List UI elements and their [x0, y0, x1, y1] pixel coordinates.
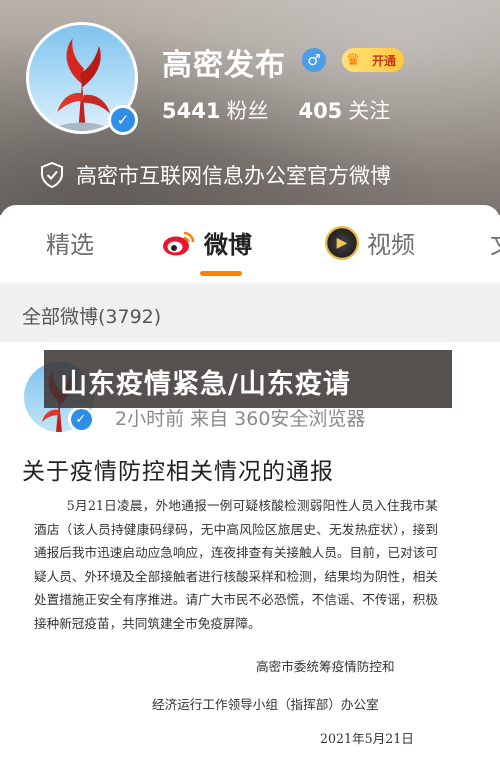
following-count: 405 [298, 99, 343, 123]
crown-icon: ♛ [346, 50, 361, 69]
followers-count: 5441 [162, 99, 221, 123]
all-posts-filter[interactable]: 全部微博(3792) [0, 288, 500, 340]
overlay-caption: 山东疫情紧急/山东疫请 [44, 350, 452, 408]
tab-more[interactable]: 文 [490, 225, 500, 260]
notice-org-line2: 经济运行工作领导小组（指挥部）办公室 [152, 697, 379, 712]
tab-label: 视频 [367, 231, 415, 259]
male-icon: ♂ [302, 48, 326, 72]
tab-featured[interactable]: 精选 [46, 225, 94, 260]
notice-date: 2021年5月21日 [320, 731, 414, 746]
profile-stats: 5441 粉丝 405 关注 [162, 95, 390, 125]
active-tab-indicator [200, 271, 242, 276]
following-stat[interactable]: 405 关注 [298, 95, 390, 125]
verified-badge-icon: ✓ [108, 105, 138, 135]
notice-org-line1: 高密市委统筹疫情防控和 [256, 659, 395, 674]
verified-badge-icon: ✓ [68, 406, 94, 432]
all-posts-label: 全部微博(3792) [22, 306, 162, 328]
followers-stat[interactable]: 5441 粉丝 [162, 95, 268, 125]
weibo-logo-icon [163, 231, 195, 255]
tab-label: 微博 [204, 231, 252, 259]
shield-icon [41, 162, 63, 188]
followers-label: 粉丝 [226, 99, 269, 123]
overlay-caption-text: 山东疫情紧急/山东疫请 [60, 369, 351, 400]
profile-name: 高密发布 [162, 48, 286, 83]
vip-label: 开通 [372, 53, 397, 68]
post-title: 关于疫情防控相关情况的通报 [22, 459, 334, 485]
certification-text: 高密市互联网信息办公室官方微博 [76, 164, 391, 188]
profile-tabs: 精选 微博 ▶ 视频 文 [0, 205, 500, 283]
vip-open-button[interactable]: ♛ 开通 [342, 48, 405, 72]
tab-weibo[interactable]: 微博 [162, 225, 252, 260]
profile-header: ✓ 高密发布 ♂ ♛ 开通 5441 粉丝 405 关注 高密市互联网信息办公室官方… [0, 0, 500, 215]
video-logo-icon: ▶ [325, 225, 359, 260]
post-meta: 2小时前 来自 360安全浏览器 [115, 408, 366, 430]
tab-label: 文 [490, 225, 500, 260]
certification-line: 高密市互联网信息办公室官方微博 [40, 160, 391, 190]
tab-label: 精选 [46, 231, 94, 259]
notice-body: 5月21日凌晨，外地通报一例可疑核酸检测弱阳性人员入住我市某酒店（该人员持健康码… [34, 498, 438, 631]
tab-video[interactable]: ▶ 视频 [325, 225, 415, 260]
following-label: 关注 [348, 99, 391, 123]
